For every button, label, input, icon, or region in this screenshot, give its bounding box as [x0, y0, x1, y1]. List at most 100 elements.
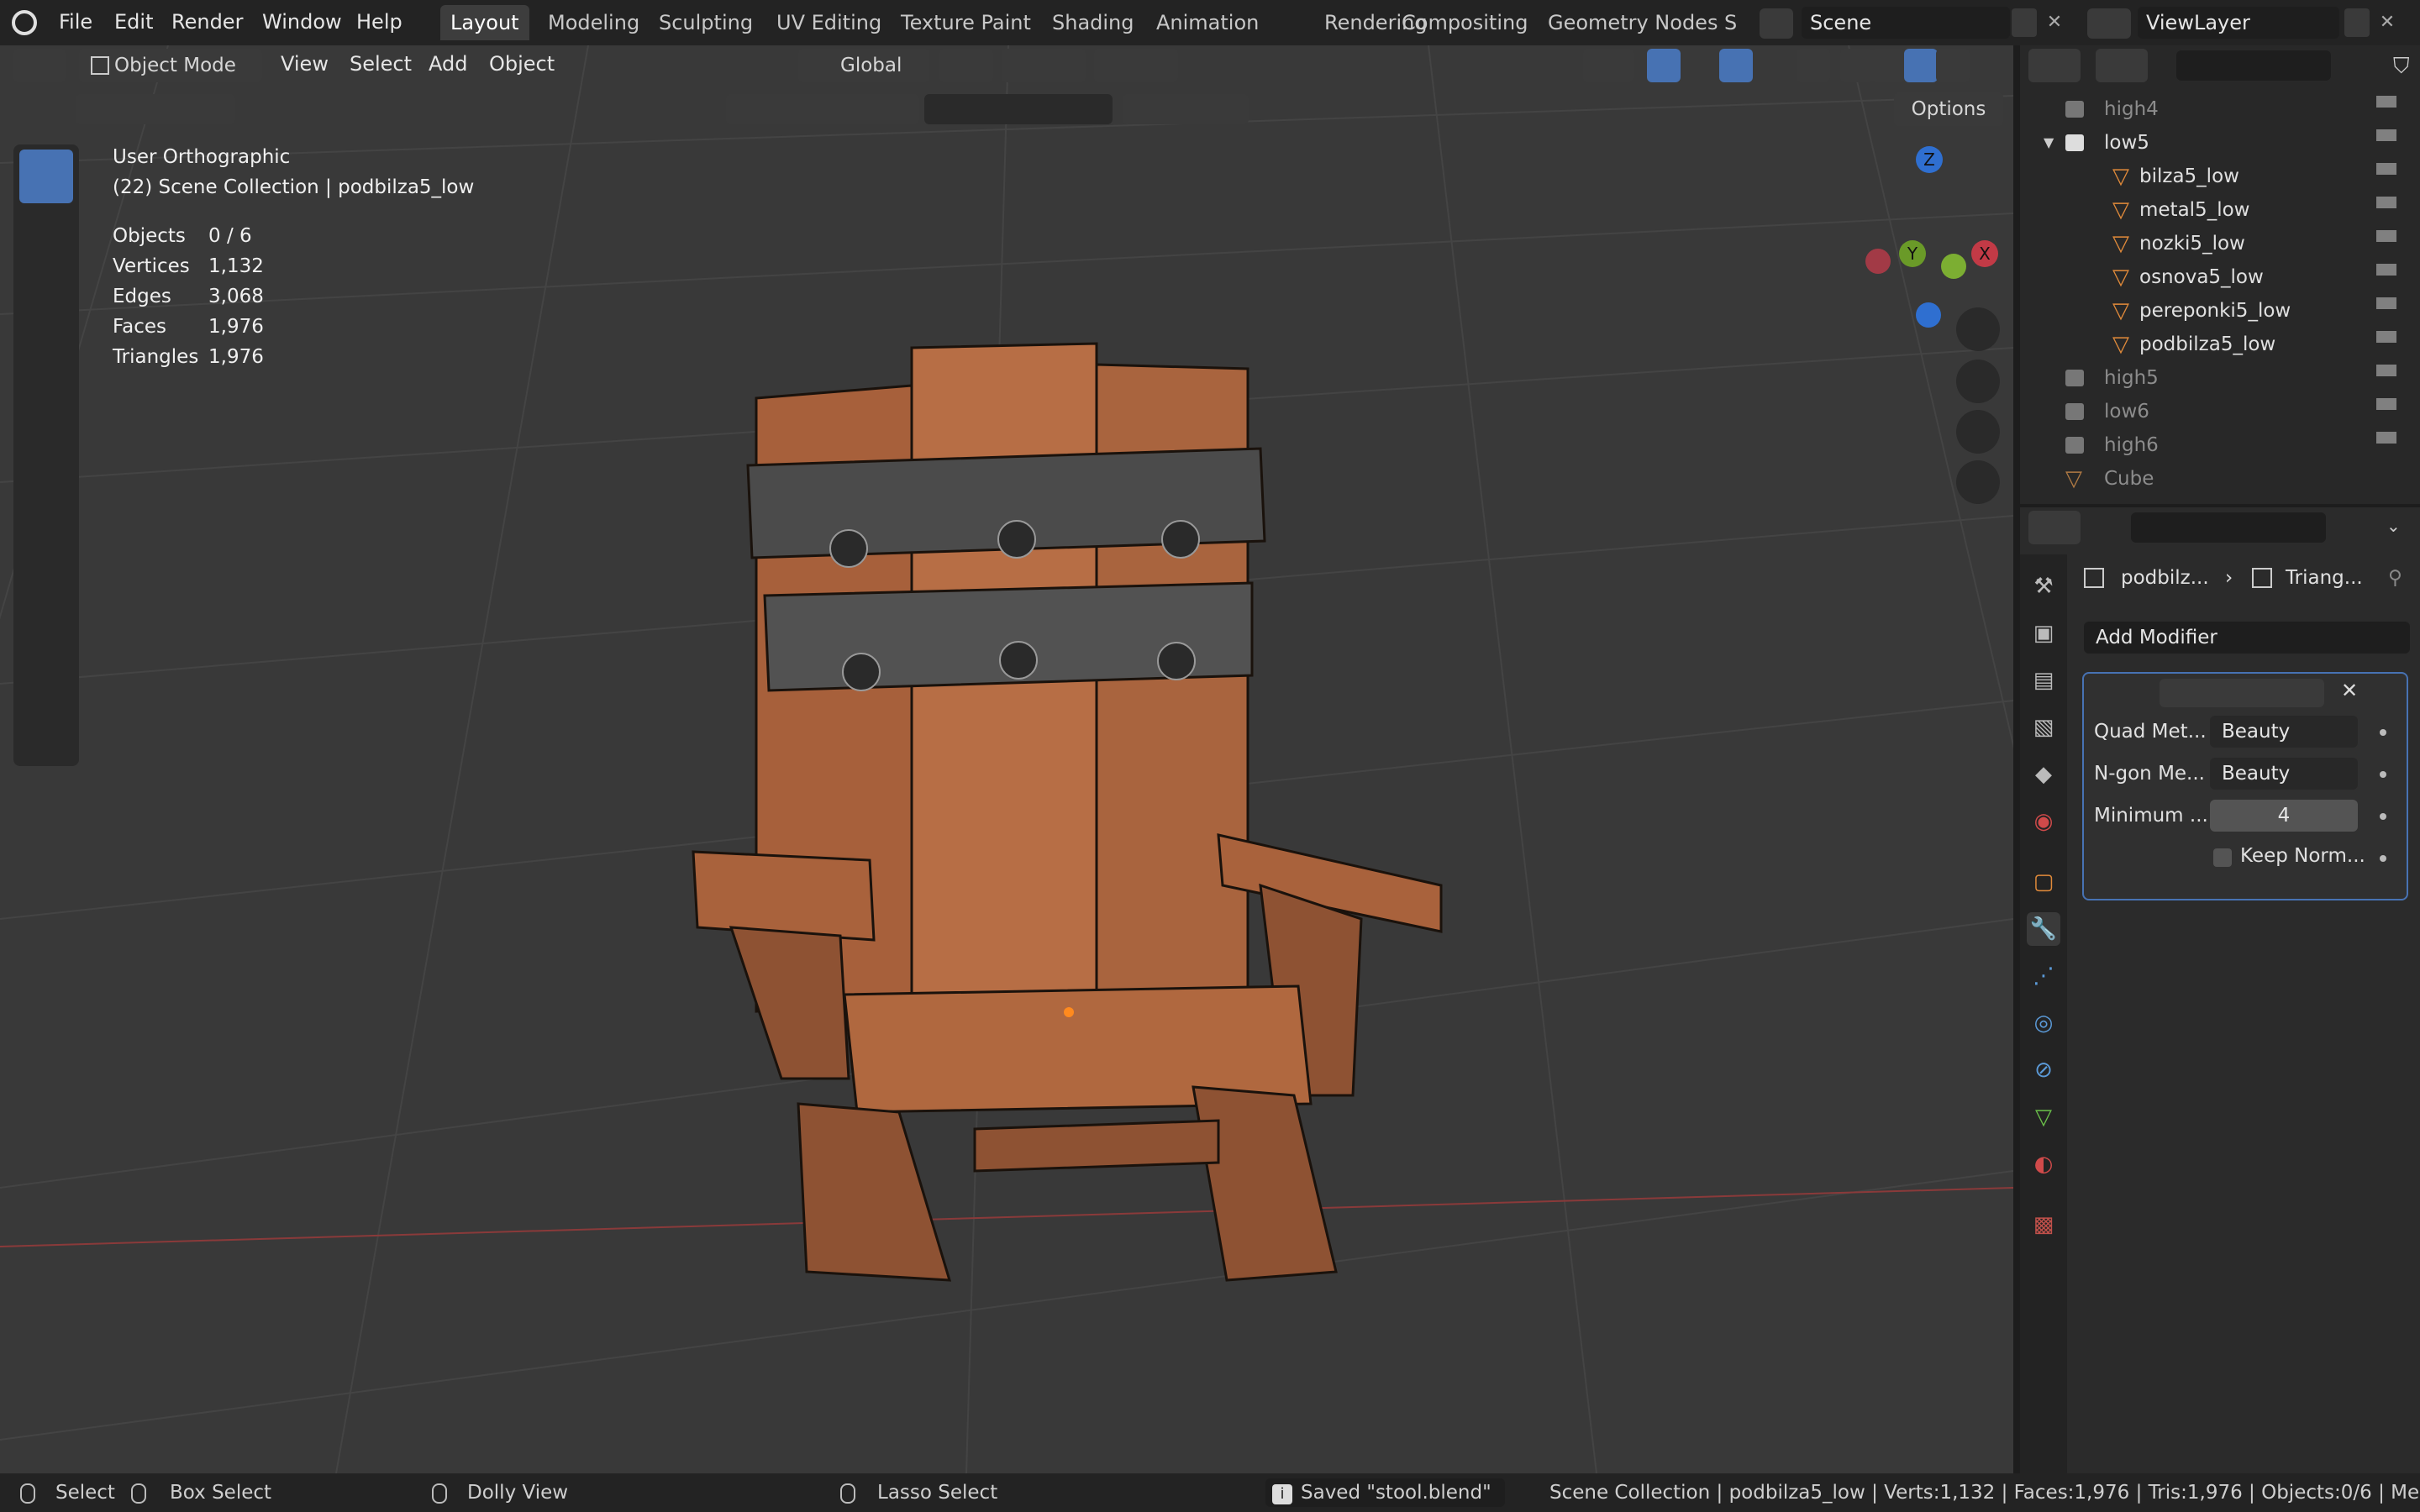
menu-object[interactable]: Object: [482, 47, 561, 81]
view-layer-icon[interactable]: [2087, 8, 2131, 39]
tool-settings-tab-icon[interactable]: ⚒: [2027, 570, 2060, 603]
navigation-gizmo[interactable]: Z Y X: [1857, 146, 2000, 331]
rotate-tool-icon[interactable]: [19, 338, 73, 391]
keep-normals-checkbox[interactable]: [2213, 848, 2232, 867]
chair-model[interactable]: [0, 45, 2013, 1473]
scale-tool-icon[interactable]: [19, 396, 73, 450]
menu-select[interactable]: Select: [343, 47, 418, 81]
scene-field[interactable]: Scene: [1802, 7, 2010, 39]
minimum-vertices-field[interactable]: 4: [2210, 800, 2358, 832]
tab-sculpting[interactable]: Sculpting: [649, 5, 763, 40]
data-tab-icon[interactable]: ▽: [2027, 1100, 2060, 1134]
outliner-search-input[interactable]: [2176, 50, 2331, 81]
tab-geometry-nodes[interactable]: Geometry Nodes: [1538, 5, 1728, 40]
measure-tool-icon[interactable]: [19, 590, 73, 643]
gizmo-y-axis[interactable]: Y: [1899, 240, 1926, 267]
scene-icon[interactable]: [1760, 8, 1793, 39]
gizmo-x-axis[interactable]: X: [1971, 240, 1998, 267]
new-view-layer-icon[interactable]: [2344, 8, 2370, 37]
output-tab-icon[interactable]: ▤: [2027, 664, 2060, 697]
outliner-editor-type[interactable]: [2028, 49, 2081, 82]
keyframe-dot[interactable]: [2380, 855, 2386, 862]
outliner-filter-icon[interactable]: ⛉: [2393, 54, 2418, 79]
world-tab-icon[interactable]: ◉: [2027, 805, 2060, 838]
transform-orientation-select[interactable]: Global: [798, 49, 929, 82]
tab-animation[interactable]: Animation: [1146, 5, 1269, 40]
menu-file[interactable]: File: [52, 5, 99, 39]
keyframe-dot[interactable]: [2380, 813, 2386, 820]
properties-editor-type[interactable]: [2028, 511, 2081, 544]
ngon-method-select[interactable]: Beauty: [2210, 758, 2358, 790]
shading-material-button[interactable]: [1904, 49, 1938, 82]
cursor-tool-icon[interactable]: [19, 212, 73, 265]
filter-popover-button[interactable]: [1123, 94, 1249, 124]
tab-modeling[interactable]: Modeling: [538, 5, 650, 40]
shading-wireframe-button[interactable]: [1840, 49, 1874, 82]
tab-texture-paint[interactable]: Texture Paint: [891, 5, 1041, 40]
xray-button[interactable]: [1797, 49, 1830, 82]
viewport-search-input[interactable]: [924, 94, 1113, 124]
pivot-point-button[interactable]: [939, 49, 993, 82]
tab-compositing[interactable]: Compositing: [1392, 5, 1538, 40]
camera-view-icon[interactable]: [1956, 410, 2000, 454]
annotate-tool-icon[interactable]: [19, 524, 73, 578]
gizmo-neg-x[interactable]: [1865, 249, 1891, 274]
close-view-layer-icon[interactable]: ✕: [2376, 12, 2398, 34]
tab-shading[interactable]: Shading: [1042, 5, 1144, 40]
view-layer-tab-icon[interactable]: ▧: [2027, 711, 2060, 744]
menu-add[interactable]: Add: [422, 47, 474, 81]
snap-button[interactable]: [1002, 49, 1086, 82]
object-tab-icon[interactable]: ▢: [2027, 865, 2060, 899]
options-button[interactable]: Options: [1894, 92, 2003, 126]
gizmo-z-axis[interactable]: Z: [1916, 146, 1943, 173]
visibility-button[interactable]: [1583, 49, 1634, 82]
modifier-tab-icon[interactable]: 🔧: [2027, 912, 2060, 946]
scene-tab-icon[interactable]: ◆: [2027, 758, 2060, 791]
modifier-header-icons[interactable]: [2160, 679, 2324, 707]
overlay-toggle-button[interactable]: [1719, 49, 1753, 82]
physics-tab-icon[interactable]: ◎: [2027, 1006, 2060, 1040]
keyframe-dot[interactable]: [2380, 729, 2386, 736]
proportional-edit-button[interactable]: [1094, 49, 1178, 82]
editor-type-button[interactable]: [13, 49, 66, 82]
shading-solid-button[interactable]: [1872, 49, 1906, 82]
particles-tab-icon[interactable]: ⋰: [2027, 959, 2060, 993]
properties-options-icon[interactable]: ⌄: [2386, 516, 2412, 541]
add-cube-tool-icon[interactable]: [19, 659, 73, 712]
visibility-eye-icons[interactable]: [2339, 96, 2413, 491]
material-tab-icon[interactable]: ◐: [2027, 1147, 2060, 1181]
tab-layout[interactable]: Layout: [440, 5, 529, 40]
transform-tool-icon[interactable]: [19, 455, 73, 509]
gizmo-toggle-button[interactable]: [1647, 49, 1681, 82]
menu-help[interactable]: Help: [350, 5, 409, 39]
new-scene-icon[interactable]: [2012, 8, 2037, 37]
3d-viewport[interactable]: Object Mode View Select Add Object Globa…: [0, 45, 2013, 1473]
saved-report[interactable]: i Saved "stool.blend": [1265, 1478, 1505, 1507]
render-tab-icon[interactable]: ▣: [2027, 617, 2060, 650]
pan-hand-icon[interactable]: [1956, 360, 2000, 403]
tab-uv-editing[interactable]: UV Editing: [766, 5, 892, 40]
modifier-remove-icon[interactable]: ✕: [2341, 679, 2358, 702]
add-modifier-button[interactable]: Add Modifier: [2084, 622, 2410, 654]
menu-view[interactable]: View: [274, 47, 335, 81]
constraints-tab-icon[interactable]: ⊘: [2027, 1053, 2060, 1087]
outliner-display-mode[interactable]: [2096, 49, 2148, 82]
menu-render[interactable]: Render: [165, 5, 250, 39]
close-scene-icon[interactable]: ✕: [2044, 12, 2065, 34]
mode-select[interactable]: Object Mode: [79, 49, 262, 82]
gizmo-neg-z[interactable]: [1916, 302, 1941, 328]
shading-rendered-button[interactable]: [1936, 49, 1970, 82]
texture-tab-icon[interactable]: ▩: [2027, 1208, 2060, 1242]
move-tool-icon[interactable]: [19, 279, 73, 333]
tab-scripting[interactable]: S: [1714, 5, 1747, 40]
pin-icon[interactable]: ⚲: [2388, 561, 2402, 595]
select-mode-buttons[interactable]: [76, 94, 235, 124]
menu-edit[interactable]: Edit: [108, 5, 160, 39]
gizmo-center[interactable]: [1941, 254, 1966, 279]
filter-buttons[interactable]: [726, 94, 919, 124]
blender-logo-icon[interactable]: [12, 10, 37, 35]
quad-method-select[interactable]: Beauty: [2210, 716, 2358, 748]
select-box-tool-icon[interactable]: [19, 150, 73, 203]
keyframe-dot[interactable]: [2380, 771, 2386, 778]
ortho-toggle-icon[interactable]: [1956, 460, 2000, 504]
